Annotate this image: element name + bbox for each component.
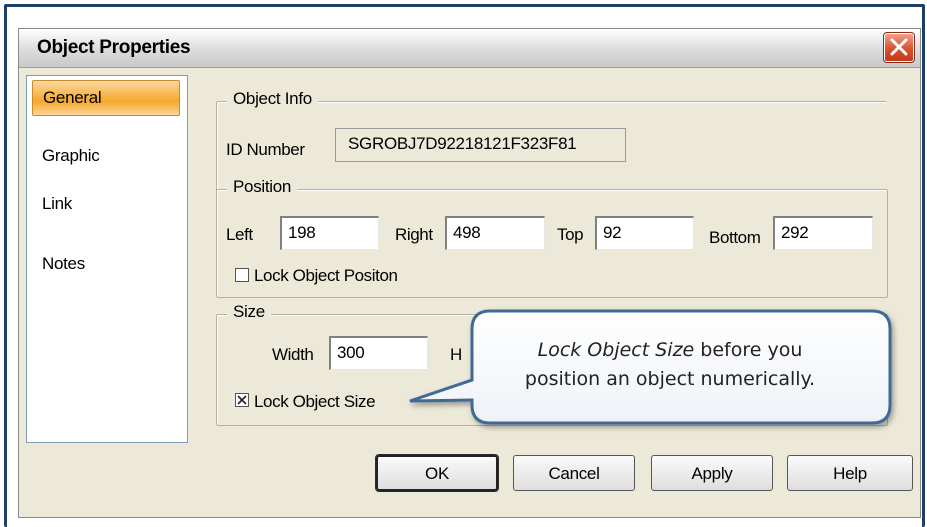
bottom-input[interactable]: 292 bbox=[773, 216, 873, 250]
id-number-label: ID Number bbox=[226, 140, 305, 159]
right-label: Right bbox=[395, 225, 433, 244]
callout-emphasis: Lock Object Size bbox=[537, 339, 695, 361]
id-number-field: SGROBJ7D92218121F323F81 bbox=[335, 128, 626, 162]
callout-line1-rest: before you bbox=[694, 339, 803, 361]
position-legend: Position bbox=[227, 177, 298, 197]
category-sidebar: General Graphic Link Notes bbox=[26, 75, 188, 443]
callout-text: Lock Object Size before you position an … bbox=[460, 336, 880, 394]
lock-position-checkbox[interactable] bbox=[235, 268, 249, 282]
left-label: Left bbox=[226, 225, 253, 244]
apply-button[interactable]: Apply bbox=[651, 455, 773, 491]
sidebar-item-label: Notes bbox=[42, 254, 85, 273]
checkmark-icon bbox=[237, 395, 247, 405]
lock-size-label: Lock Object Size bbox=[254, 392, 376, 411]
title-bar: Object Properties bbox=[19, 29, 920, 68]
object-info-legend: Object Info bbox=[227, 89, 318, 109]
sidebar-item-general[interactable]: General bbox=[32, 80, 180, 116]
lock-size-checkbox[interactable] bbox=[235, 393, 249, 407]
callout-line2: position an object numerically. bbox=[524, 368, 816, 390]
top-input[interactable]: 92 bbox=[595, 216, 694, 250]
bottom-label: Bottom bbox=[709, 228, 761, 247]
sidebar-item-label: General bbox=[43, 88, 102, 107]
sidebar-item-graphic[interactable]: Graphic bbox=[42, 146, 100, 166]
right-input[interactable]: 498 bbox=[445, 216, 545, 250]
left-input[interactable]: 198 bbox=[280, 216, 379, 250]
cancel-button[interactable]: Cancel bbox=[513, 455, 635, 491]
close-button[interactable] bbox=[883, 32, 915, 63]
close-icon bbox=[890, 38, 908, 56]
sidebar-item-label: Link bbox=[42, 194, 72, 213]
width-input[interactable]: 300 bbox=[329, 336, 428, 370]
sidebar-item-label: Graphic bbox=[42, 146, 100, 165]
width-label: Width bbox=[272, 345, 314, 364]
dialog-title: Object Properties bbox=[37, 37, 191, 58]
top-label: Top bbox=[557, 225, 584, 244]
sidebar-item-link[interactable]: Link bbox=[42, 194, 72, 214]
sidebar-item-notes[interactable]: Notes bbox=[42, 254, 85, 274]
lock-position-label: Lock Object Positon bbox=[254, 266, 398, 285]
object-properties-dialog: Object Properties General Graphic Link N… bbox=[18, 28, 921, 518]
help-button[interactable]: Help bbox=[787, 455, 913, 491]
ok-button[interactable]: OK bbox=[375, 454, 499, 492]
size-legend: Size bbox=[227, 302, 271, 322]
